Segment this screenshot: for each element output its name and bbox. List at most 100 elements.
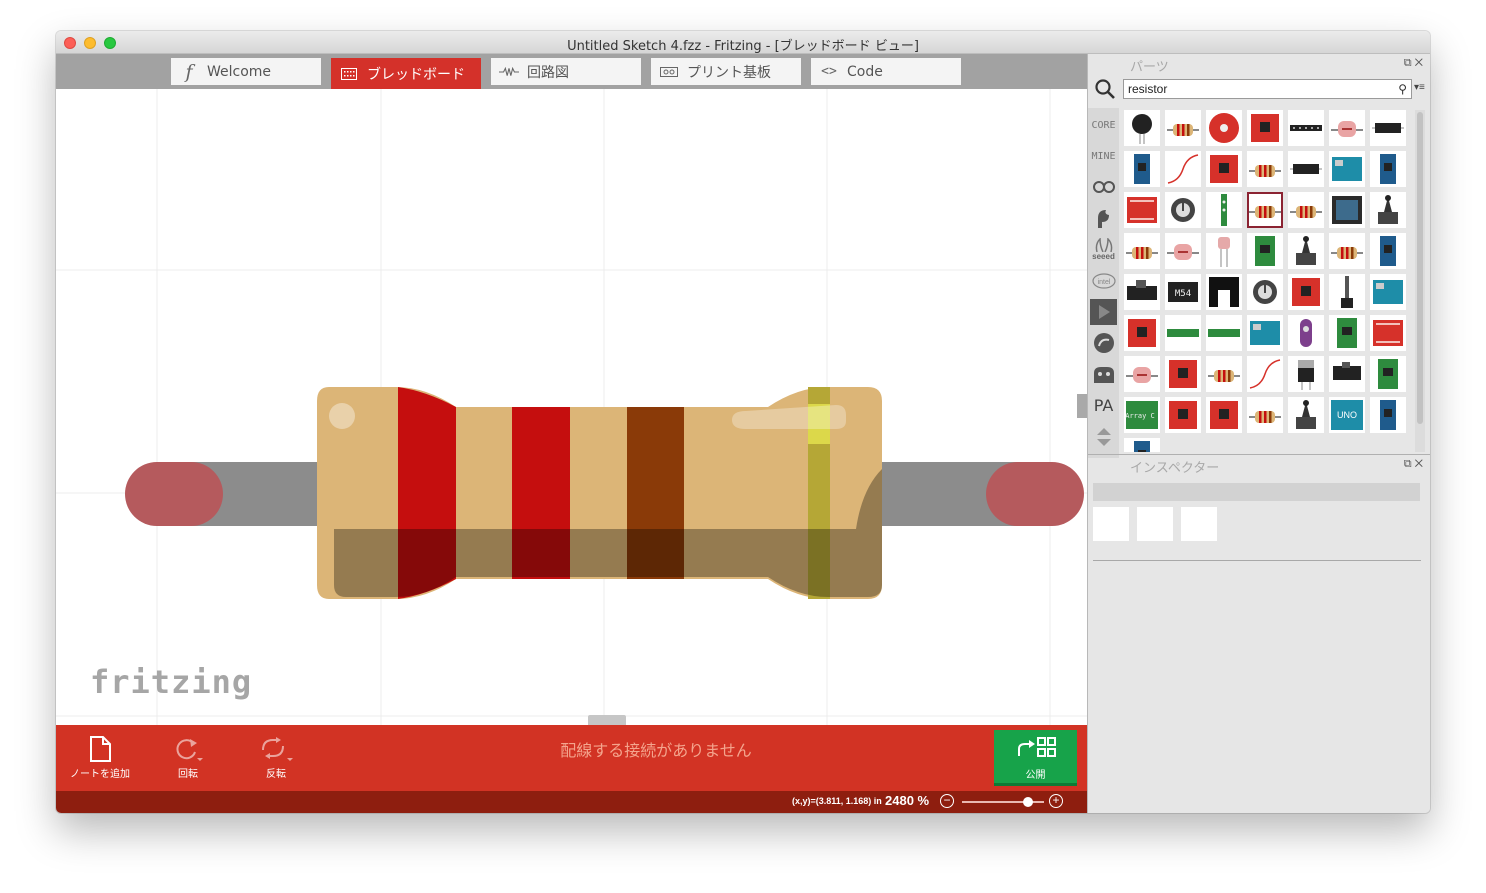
part-blue-board[interactable] (1124, 151, 1160, 187)
part-arduino[interactable] (1329, 151, 1365, 187)
tab-schematic[interactable]: 回路図 (491, 58, 641, 85)
tab-breadboard[interactable]: ブレッドボード (331, 58, 481, 89)
part-wire[interactable] (1165, 151, 1201, 187)
part-red-board[interactable] (1165, 356, 1201, 392)
part-joystick[interactable] (1370, 192, 1406, 228)
flip-button[interactable]: 反転 (232, 733, 320, 785)
part-ldr[interactable] (1124, 356, 1160, 392)
part-black-module[interactable] (1124, 274, 1160, 310)
sparkfun-icon[interactable] (1090, 205, 1117, 231)
zoom-slider-handle[interactable] (1022, 797, 1033, 807)
bin-mine[interactable]: MINE (1090, 143, 1117, 169)
rotate-button[interactable]: 回転 (144, 733, 232, 785)
part-led-strip[interactable] (1206, 192, 1242, 228)
parts-search-input[interactable]: resistor ⚲ (1123, 79, 1412, 99)
part-black-bracket[interactable] (1206, 274, 1242, 310)
resistor-left-connector[interactable] (125, 462, 223, 526)
part-joystick[interactable] (1288, 233, 1324, 269)
part-joystick[interactable] (1288, 397, 1324, 433)
part-red-shield[interactable] (1124, 192, 1160, 228)
led-strip-icon (1221, 194, 1227, 226)
part-resistor[interactable] (1247, 151, 1283, 187)
bin-pa[interactable]: PA (1090, 392, 1117, 418)
part-slider-pot[interactable] (1329, 274, 1365, 310)
part-green-strip[interactable] (1165, 315, 1201, 351)
dock-splitter-handle[interactable] (1077, 394, 1087, 418)
part-sensor-legs[interactable] (1206, 233, 1242, 269)
part-resistor[interactable] (1124, 233, 1160, 269)
add-note-button[interactable]: ノートを追加 (56, 733, 144, 785)
blue-board-icon (1380, 154, 1396, 184)
part-uno[interactable]: UNO (1329, 397, 1365, 433)
part-red-board[interactable] (1124, 315, 1160, 351)
part-resistor[interactable] (1247, 192, 1283, 228)
float-panel-icon[interactable]: ⧉ (1404, 57, 1412, 69)
rotate-icon (144, 733, 232, 765)
inspector-float-icon[interactable]: ⧉ (1404, 458, 1412, 470)
part-green-board[interactable] (1370, 356, 1406, 392)
resistor-part[interactable] (125, 387, 1084, 599)
part-blue-board[interactable] (1370, 397, 1406, 433)
scroll-arrows-icon[interactable] (1090, 424, 1117, 450)
panel-splitter-handle[interactable] (588, 715, 626, 725)
part-regulator[interactable] (1288, 356, 1324, 392)
part-resistor[interactable] (1329, 233, 1365, 269)
snootlab-icon[interactable] (1090, 330, 1117, 356)
play-icon[interactable] (1090, 299, 1117, 325)
seeed-icon[interactable]: seeed (1090, 236, 1117, 262)
part-black-chip[interactable] (1370, 110, 1406, 146)
zoom-in-icon[interactable]: + (1049, 794, 1063, 808)
part-red-board[interactable] (1206, 151, 1242, 187)
breadboard-canvas[interactable]: fritzing (56, 89, 1087, 725)
part-red-shield[interactable] (1370, 315, 1406, 351)
part-arduino[interactable] (1370, 274, 1406, 310)
zoom-out-icon[interactable]: − (940, 794, 954, 808)
part-black-chip[interactable] (1288, 151, 1324, 187)
parts-scrollbar-thumb[interactable] (1417, 112, 1423, 424)
intel-icon[interactable]: intel (1090, 268, 1117, 294)
part-round-board[interactable] (1206, 110, 1242, 146)
search-icon[interactable] (1094, 78, 1116, 100)
part-red-board[interactable] (1247, 110, 1283, 146)
search-menu-icon[interactable]: ▾≡ (1414, 82, 1425, 93)
part-red-board[interactable] (1288, 274, 1324, 310)
resistor-right-connector[interactable] (986, 462, 1084, 526)
part-m54-chip[interactable]: M54 (1165, 274, 1201, 310)
part-purple-sensor[interactable] (1288, 315, 1324, 351)
part-blue-board[interactable] (1370, 233, 1406, 269)
part-black-board[interactable] (1329, 192, 1365, 228)
part-potentiometer[interactable] (1247, 274, 1283, 310)
part-arduino[interactable] (1247, 315, 1283, 351)
publish-button[interactable]: 公開 (994, 730, 1077, 786)
part-sensor-round[interactable] (1124, 110, 1160, 146)
close-panel-icon[interactable]: ✕ (1415, 57, 1423, 69)
panel-buttons: ⧉ ✕ (1404, 57, 1423, 70)
part-green-array[interactable]: Array C (1124, 397, 1160, 433)
part-wire[interactable] (1247, 356, 1283, 392)
part-black-switch[interactable] (1329, 356, 1365, 392)
search-input-value: resistor (1128, 82, 1168, 96)
part-partial[interactable] (1124, 438, 1160, 452)
part-resistor[interactable] (1206, 356, 1242, 392)
arduino-icon[interactable] (1090, 174, 1117, 200)
part-green-board[interactable] (1329, 315, 1365, 351)
tab-code[interactable]: <> Code (811, 58, 961, 85)
part-resistor[interactable] (1165, 110, 1201, 146)
part-green-strip[interactable] (1206, 315, 1242, 351)
part-blue-board[interactable] (1370, 151, 1406, 187)
part-green-board[interactable] (1247, 233, 1283, 269)
inspector-close-icon[interactable]: ✕ (1415, 458, 1423, 470)
lilypad-icon[interactable] (1090, 361, 1117, 387)
bin-core[interactable]: CORE (1090, 112, 1117, 138)
part-potentiometer[interactable] (1165, 192, 1201, 228)
part-header-strip[interactable] (1288, 110, 1324, 146)
part-ldr[interactable] (1329, 110, 1365, 146)
part-red-board[interactable] (1206, 397, 1242, 433)
part-resistor[interactable] (1288, 192, 1324, 228)
part-ldr[interactable] (1165, 233, 1201, 269)
part-red-board[interactable] (1165, 397, 1201, 433)
part-resistor[interactable] (1247, 397, 1283, 433)
inspector-divider (1093, 560, 1421, 561)
tab-pcb[interactable]: プリント基板 (651, 58, 801, 85)
tab-welcome[interactable]: f Welcome (171, 58, 321, 85)
